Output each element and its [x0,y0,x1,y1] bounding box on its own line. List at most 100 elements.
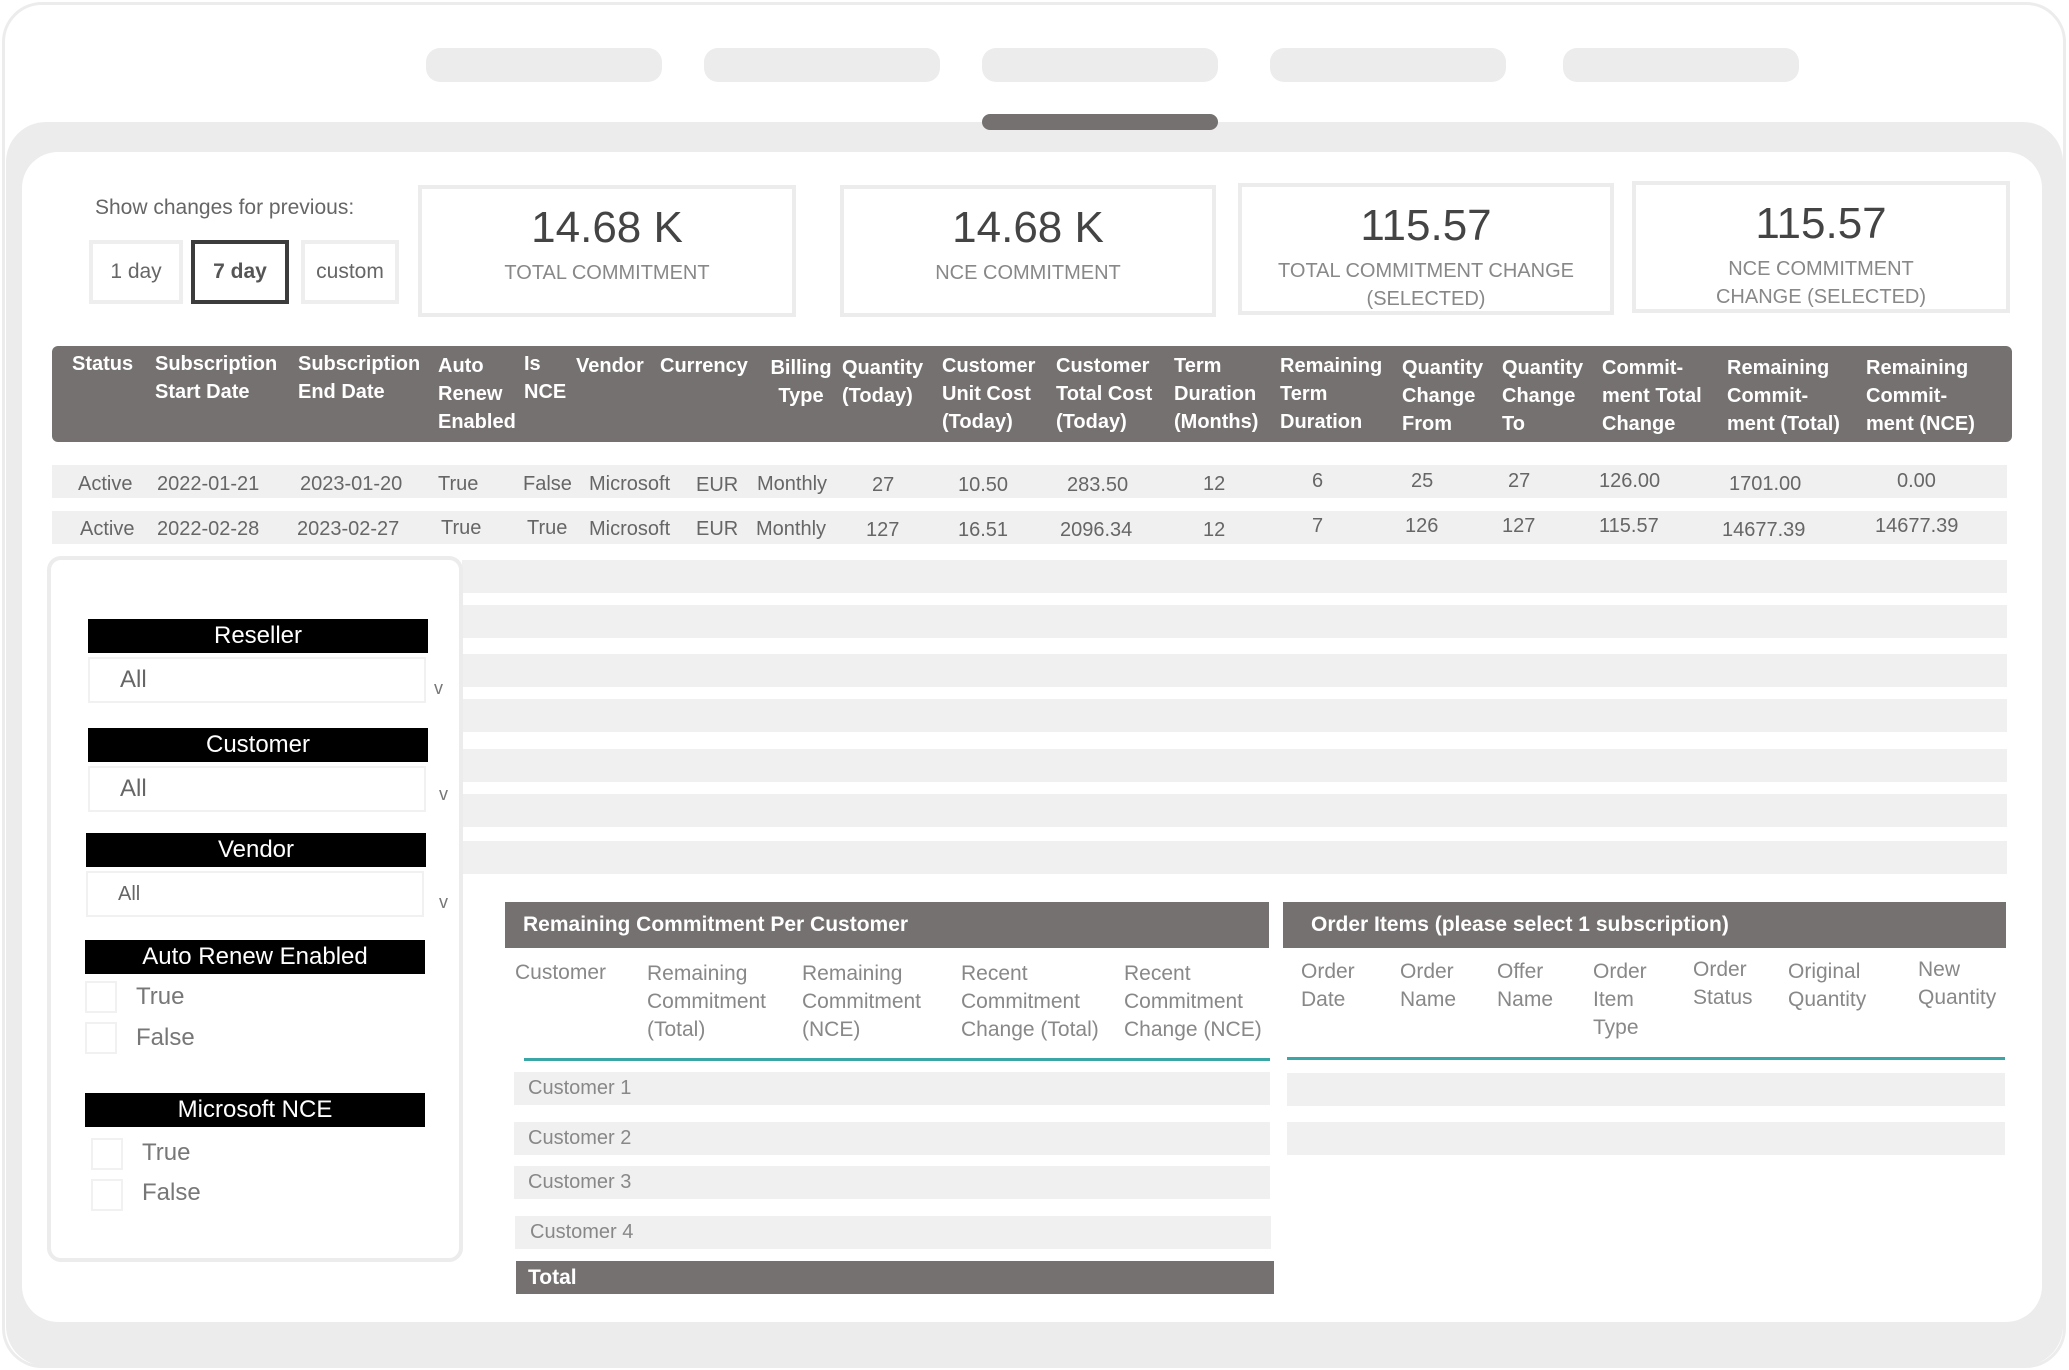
col-header[interactable]: Status [72,350,144,378]
table-row[interactable]: Customer 4 [515,1216,1271,1249]
cell-auto-renew: True [438,473,479,495]
period-custom-button[interactable]: custom [301,240,399,304]
table-row [462,841,2007,874]
vendor-filter-title: Vendor [86,833,426,867]
nav-tab-5[interactable] [1563,48,1799,82]
col-header[interactable]: Currency [660,352,756,380]
table-row[interactable]: Customer 2 [514,1122,1270,1155]
nav-tab-1[interactable] [426,48,662,82]
cell-unit-cost: 16.51 [958,519,1009,541]
col-header[interactable]: Recent Commitment Change (NCE) [1124,960,1270,1044]
chevron-down-icon[interactable]: v [439,892,448,913]
col-header[interactable]: Order Date [1301,958,1371,1014]
cell-quantity: 27 [872,474,895,496]
col-header[interactable]: Remaining Commit- ment (Total) [1727,354,1857,438]
col-header[interactable]: Quantity Change To [1502,354,1598,438]
auto-renew-filter-title: Auto Renew Enabled [85,940,425,974]
cell-currency: EUR [696,518,739,540]
col-header[interactable]: Offer Name [1497,958,1567,1014]
col-header[interactable]: Subscription Start Date [155,350,293,406]
nce-true-label: True [142,1139,191,1166]
col-header[interactable]: Remaining Commit- ment (NCE) [1866,354,1996,438]
cell-billing-type: Monthly [757,473,828,495]
col-header[interactable]: Billing Type [762,354,840,410]
cell-currency: EUR [696,474,739,496]
auto-renew-true-checkbox[interactable] [85,981,117,1013]
col-header[interactable]: Commit- ment Total Change [1602,354,1720,438]
cell-total-cost: 2096.34 [1060,519,1133,541]
nce-true-checkbox[interactable] [91,1138,123,1170]
cell-vendor: Microsoft [589,518,671,540]
table-row [462,699,2007,732]
col-header[interactable]: Term Duration (Months) [1174,352,1270,436]
cell-is-nce: True [527,517,568,539]
cell-total-cost: 283.50 [1067,474,1129,496]
auto-renew-false-label: False [136,1024,195,1051]
table-row [462,560,2007,593]
chevron-down-icon[interactable]: v [439,784,448,805]
cell-quantity: 127 [866,519,900,541]
col-header[interactable]: Remaining Term Duration [1280,352,1394,436]
col-header[interactable]: Recent Commitment Change (Total) [961,960,1111,1044]
col-header[interactable]: Remaining Commitment (Total) [647,960,793,1044]
cell-end-date: 2023-02-27 [297,518,400,540]
col-header[interactable]: Customer Unit Cost (Today) [942,352,1054,436]
kpi-label: NCE COMMITMENT CHANGE (SELECTED) [1715,258,1927,308]
active-tab-indicator [982,114,1218,130]
kpi-total-commitment-change: 115.57 TOTAL COMMITMENT CHANGE (SELECTED… [1238,183,1614,315]
header-divider [1287,1057,2005,1060]
nce-false-checkbox[interactable] [91,1179,123,1211]
kpi-label: TOTAL COMMITMENT CHANGE (SELECTED) [1278,260,1574,310]
cell-remaining-term: 6 [1312,470,1324,492]
col-header[interactable]: Order Item Type [1593,958,1663,1042]
customer-filter-title: Customer [88,728,428,762]
kpi-value: 14.68 K [952,203,1104,252]
table-row [462,794,2007,827]
nav-tab-3[interactable] [982,48,1218,82]
kpi-label: NCE COMMITMENT [935,262,1121,284]
reseller-filter-title: Reseller [88,619,428,653]
table-row [462,605,2007,638]
cell-qty-change-from: 126 [1405,515,1439,537]
col-header[interactable]: Customer Total Cost (Today) [1056,352,1170,436]
total-row: Total [516,1261,1274,1294]
period-7-day-button[interactable]: 7 day [191,240,289,304]
customer-select[interactable]: All [88,766,426,812]
table-row [462,654,2007,687]
nav-tab-2[interactable] [704,48,940,82]
table-row[interactable]: Customer 1 [514,1072,1270,1105]
col-header[interactable]: Quantity (Today) [842,354,938,410]
kpi-value: 115.57 [1360,201,1492,250]
auto-renew-false-checkbox[interactable] [85,1022,117,1054]
col-header[interactable]: New Quantity [1918,956,2008,1012]
cell-start-date: 2022-02-28 [157,518,260,540]
col-header[interactable]: Subscription End Date [298,350,436,406]
col-header[interactable]: Is NCE [524,350,574,406]
col-header[interactable]: Order Status [1693,956,1763,1012]
col-header[interactable]: Customer [515,959,635,987]
cell-vendor: Microsoft [589,473,671,495]
cell-remaining-nce: 0.00 [1897,470,1936,492]
col-header[interactable]: Remaining Commitment (NCE) [802,960,942,1044]
reseller-select[interactable]: All [88,657,426,703]
nce-false-label: False [142,1179,201,1206]
col-header[interactable]: Auto Renew Enabled [438,352,522,436]
col-header[interactable]: Quantity Change From [1402,354,1498,438]
period-1-day-button[interactable]: 1 day [89,240,183,304]
chevron-down-icon[interactable]: v [434,678,443,699]
cell-end-date: 2023-01-20 [300,473,403,495]
col-header[interactable]: Original Quantity [1788,958,1888,1014]
vendor-select[interactable]: All [86,871,424,917]
cell-term-duration: 12 [1203,473,1226,495]
microsoft-nce-filter-title: Microsoft NCE [85,1093,425,1127]
col-header[interactable]: Vendor [576,352,656,380]
cell-remaining-total: 14677.39 [1722,519,1806,541]
kpi-nce-commitment: 14.68 K NCE COMMITMENT [840,185,1216,317]
cell-qty-change-to: 27 [1508,470,1531,492]
nav-tab-4[interactable] [1270,48,1506,82]
cell-commitment-change: 126.00 [1599,470,1661,492]
remaining-commitment-header: Remaining Commitment Per Customer [505,902,1269,948]
table-row[interactable]: Customer 3 [514,1166,1270,1199]
col-header[interactable]: Order Name [1400,958,1470,1014]
kpi-nce-commitment-change: 115.57 NCE COMMITMENT CHANGE (SELECTED) [1632,181,2010,313]
